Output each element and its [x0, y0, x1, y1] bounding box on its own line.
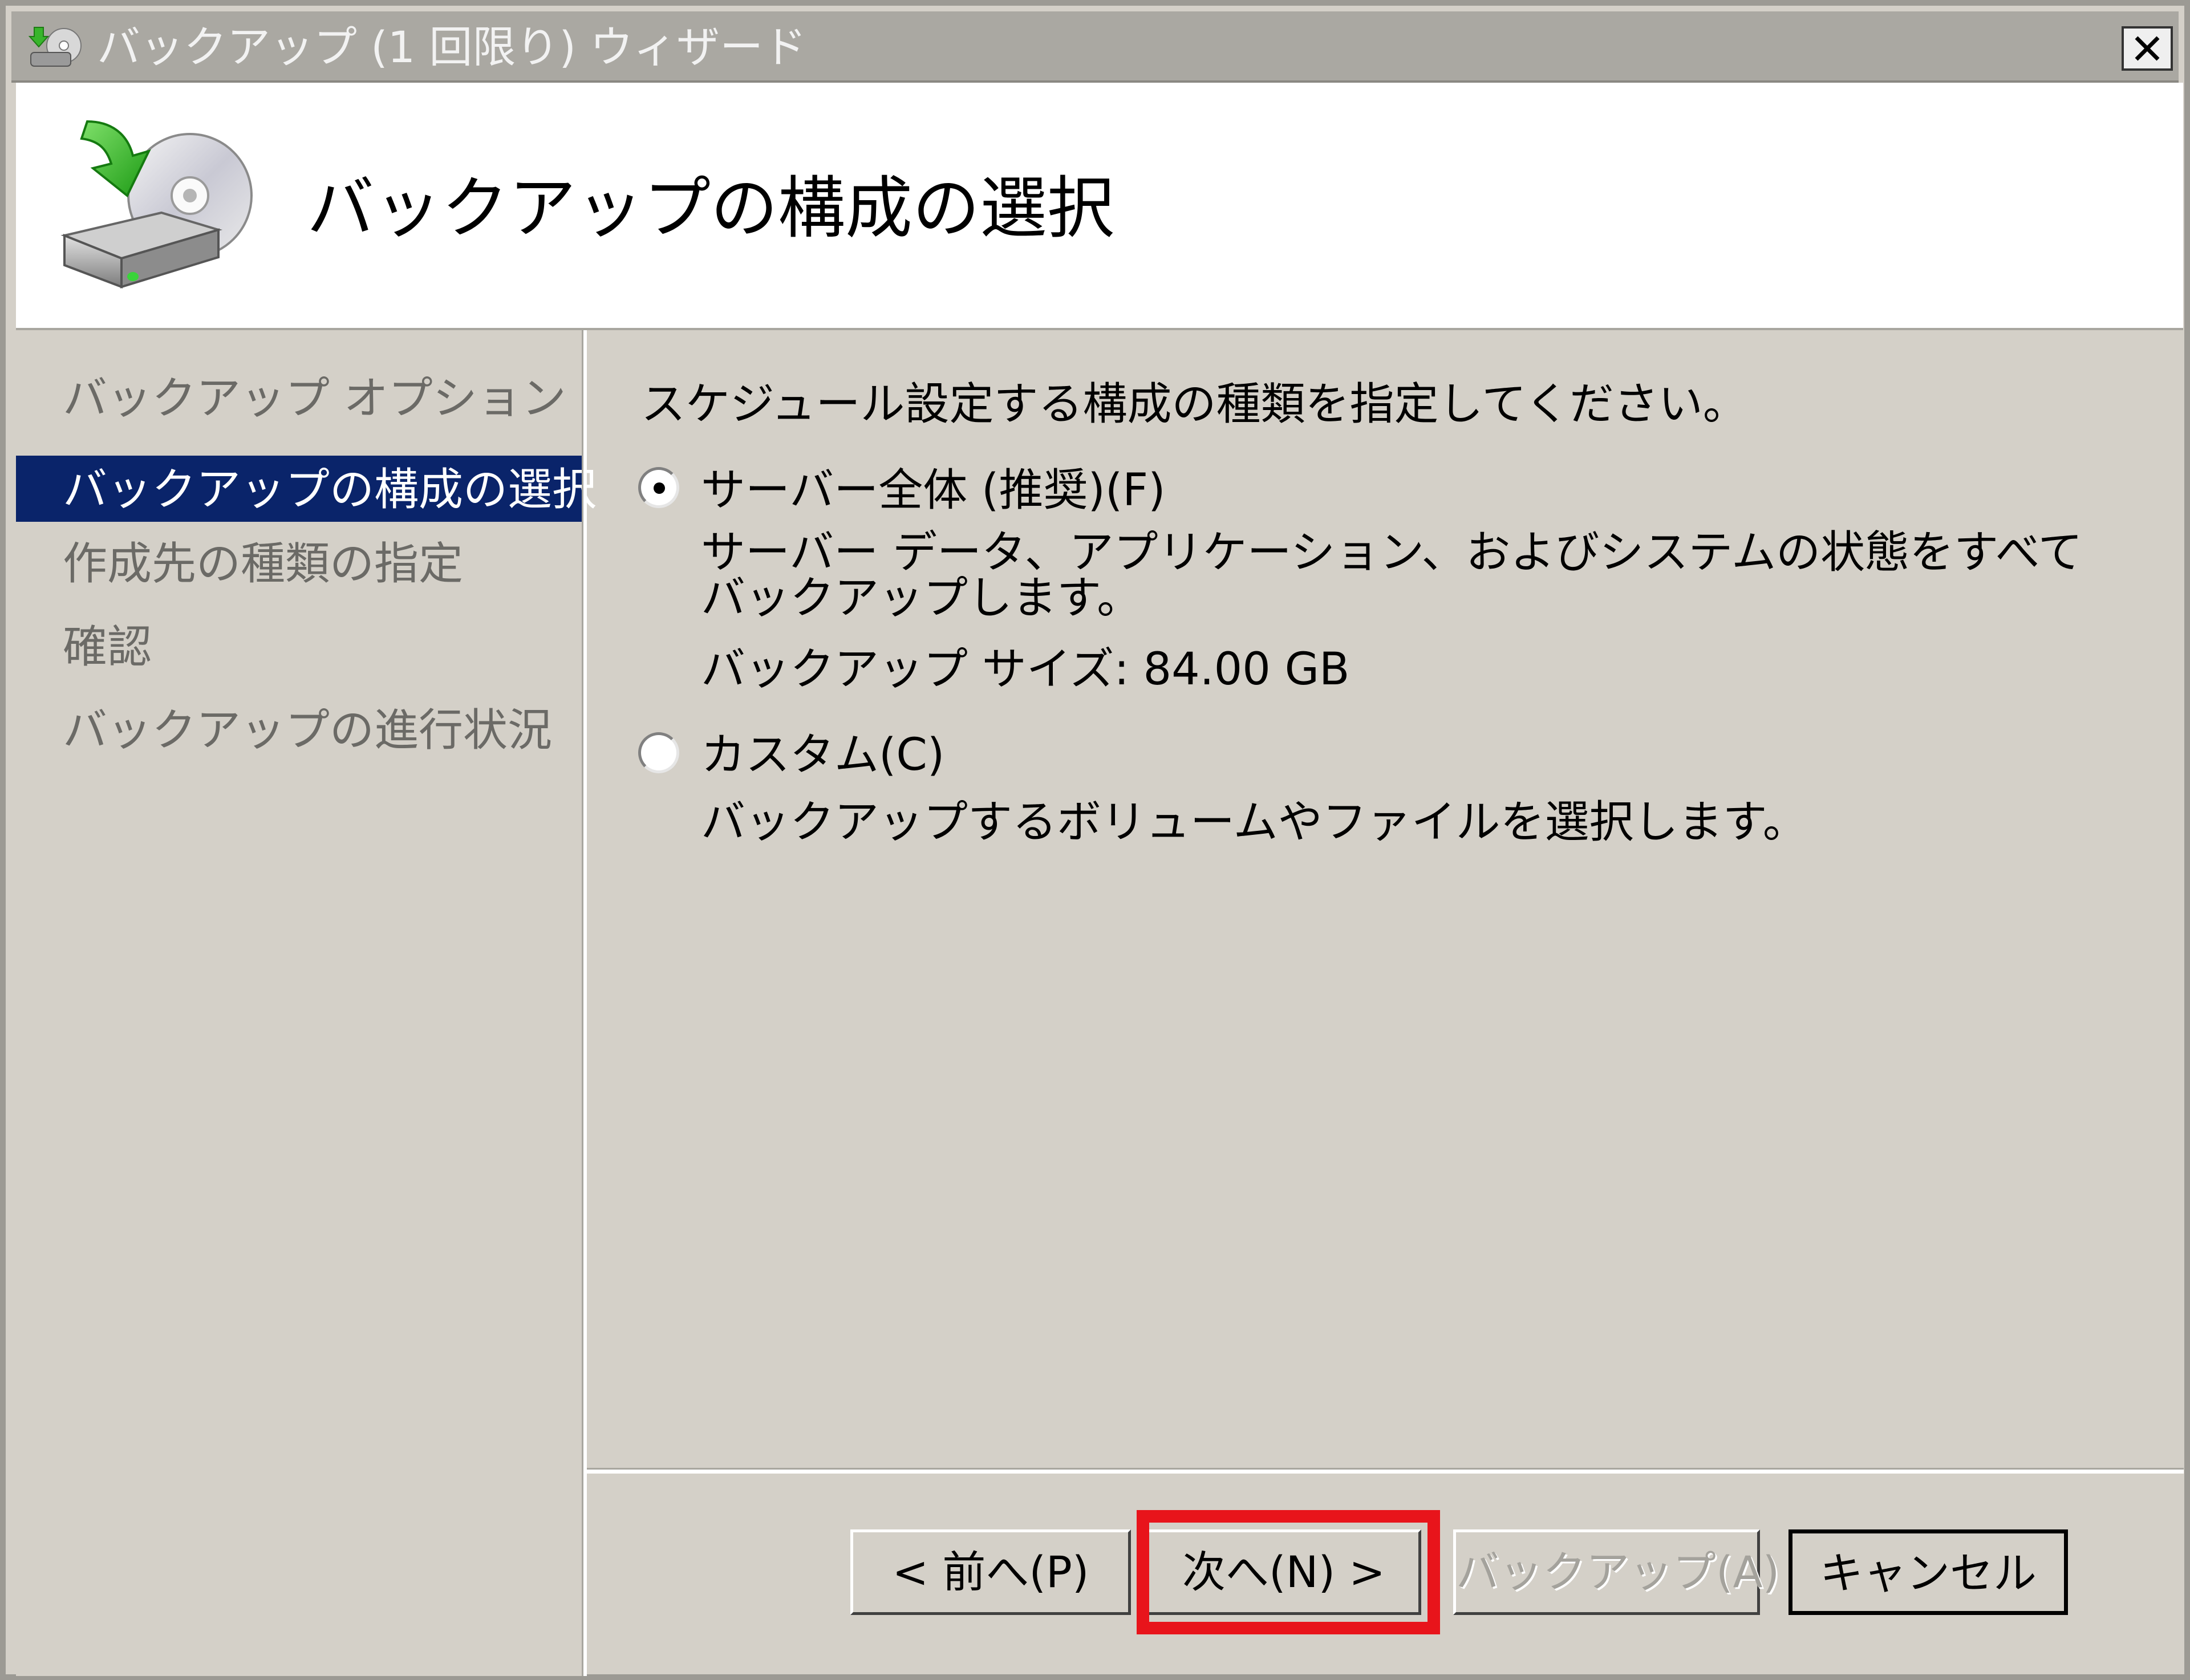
step-confirmation: 確認 — [63, 622, 152, 673]
wizard-steps-sidebar: バックアップ オプション バックアップの構成の選択 作成先の種類の指定 確認 バ… — [16, 330, 597, 1676]
option-full-server-description: サーバー データ、アプリケーション、およびシステムの状態をすべてバックアップしま… — [701, 527, 2083, 624]
close-button[interactable] — [2122, 26, 2173, 71]
next-button[interactable]: 次へ(N) > — [1146, 1529, 1421, 1615]
step-backup-options: バックアップ オプション — [63, 373, 566, 424]
backup-button[interactable]: バックアップ(A) — [1453, 1529, 1779, 1615]
step-select-configuration: バックアップの構成の選択 — [16, 456, 597, 522]
step-backup-progress: バックアップの進行状況 — [63, 705, 553, 756]
backup-size-text: バックアップ サイズ: 84.00 GB — [701, 644, 1350, 695]
radio-custom[interactable] — [638, 732, 679, 773]
wizard-header: バックアップの構成の選択 — [16, 83, 2183, 328]
cancel-button[interactable]: キャンセル — [1788, 1529, 2068, 1615]
backup-disk-icon — [60, 120, 253, 289]
close-icon — [2135, 36, 2160, 61]
button-area-divider — [587, 1468, 2184, 1474]
radio-full-server[interactable] — [638, 467, 679, 508]
wizard-content: スケジュール設定する構成の種類を指定してください。 サーバー全体 (推奨)(F)… — [587, 330, 2184, 1468]
sidebar-divider — [582, 330, 587, 1676]
instruction-text: スケジュール設定する構成の種類を指定してください。 — [641, 379, 1747, 430]
option-custom-description: バックアップするボリュームやファイルを選択します。 — [701, 797, 1807, 848]
step-specify-destination-type: 作成先の種類の指定 — [63, 538, 464, 590]
radio-selected-dot — [654, 482, 665, 494]
wizard-window: バックアップ (1 回限り) ウィザード バックアップの構成の選択 バックアップ… — [0, 0, 2190, 1680]
page-title: バックアップの構成の選択 — [307, 169, 1115, 247]
option-custom-label[interactable]: カスタム(C) — [701, 724, 944, 786]
back-button[interactable]: < 前へ(P) — [850, 1529, 1131, 1615]
title-bar[interactable]: バックアップ (1 回限り) ウィザード — [11, 11, 2179, 83]
window-title: バックアップ (1 回限り) ウィザード — [97, 22, 807, 72]
backup-app-icon — [29, 27, 82, 67]
option-full-server-label[interactable]: サーバー全体 (推奨)(F) — [701, 459, 1166, 522]
